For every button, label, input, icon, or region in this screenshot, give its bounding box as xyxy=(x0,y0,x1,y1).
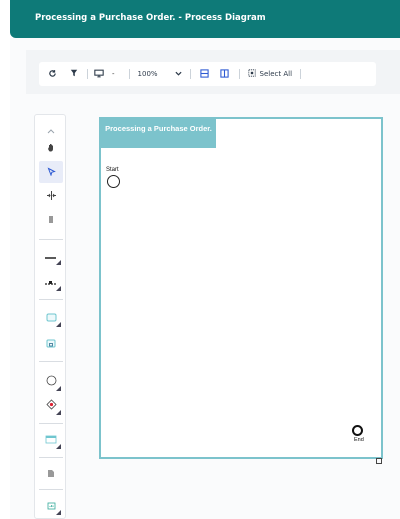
palette-divider xyxy=(39,299,63,300)
data-store-icon xyxy=(47,497,56,515)
monitor-icon xyxy=(94,69,104,80)
select-all-icon xyxy=(247,69,256,79)
gateway-diamond-icon xyxy=(45,397,57,415)
refresh-button[interactable] xyxy=(39,62,65,86)
document-icon xyxy=(47,465,55,483)
fit-horizontal-button[interactable] xyxy=(195,62,215,86)
split-vertical-icon xyxy=(48,211,54,229)
start-event[interactable] xyxy=(107,175,120,188)
event-tool[interactable] xyxy=(39,371,63,393)
expand-corner-icon xyxy=(56,510,61,515)
horizontal-space-tool[interactable] xyxy=(39,185,63,207)
subprocess-tool[interactable] xyxy=(39,333,63,355)
toolbar-divider xyxy=(300,69,302,79)
hand-pan-icon xyxy=(47,139,55,157)
fit-vertical-button[interactable] xyxy=(215,62,235,86)
palette-divider xyxy=(39,423,63,424)
task-tool[interactable] xyxy=(39,307,63,329)
app-header: Processing a Purchase Order. - Process D… xyxy=(10,0,400,38)
chevron-down-icon xyxy=(174,70,182,78)
start-event-label: Start xyxy=(106,167,119,173)
end-event[interactable] xyxy=(352,425,363,436)
expand-corner-icon xyxy=(56,410,61,415)
data-store-tool[interactable] xyxy=(39,495,63,517)
task-rectangle-icon xyxy=(46,309,57,327)
select-all-label: Select All xyxy=(259,70,293,78)
toolbar: - 100% Select All xyxy=(39,62,376,86)
pointer-select-icon xyxy=(47,163,56,181)
split-vertical-icon xyxy=(220,68,229,80)
sequence-flow-tool[interactable] xyxy=(39,245,63,267)
expand-corner-icon xyxy=(56,286,61,291)
end-event-label: End xyxy=(354,437,364,443)
expand-corner-icon xyxy=(56,260,61,265)
gateway-tool[interactable] xyxy=(39,395,63,417)
select-all-button[interactable]: Select All xyxy=(244,62,297,86)
expand-corner-icon xyxy=(56,322,61,327)
select-tool[interactable] xyxy=(39,161,63,183)
view-mode-button[interactable] xyxy=(92,62,106,86)
zoom-value: 100% xyxy=(137,70,158,78)
zoom-dropdown[interactable]: 100% xyxy=(134,62,186,86)
toolbar-divider xyxy=(128,69,130,79)
vertical-space-tool[interactable] xyxy=(39,209,63,231)
diagram-pool[interactable]: Processing a Purchase Order. Start End xyxy=(99,117,383,459)
split-horizontal-icon xyxy=(200,68,209,80)
message-flow-tool[interactable] xyxy=(39,271,63,293)
palette-divider xyxy=(39,489,63,490)
toolbar-divider xyxy=(87,69,88,79)
palette-divider xyxy=(39,457,63,458)
filter-button[interactable] xyxy=(65,62,83,86)
event-circle-icon xyxy=(46,373,57,391)
pool-title[interactable]: Processing a Purchase Order. xyxy=(101,119,216,148)
toolbar-divider xyxy=(189,69,191,79)
view-mode-value: - xyxy=(112,70,115,78)
resize-handle[interactable] xyxy=(376,458,382,464)
expand-corner-icon xyxy=(56,444,61,449)
pan-tool[interactable] xyxy=(39,137,63,159)
toolbar-divider xyxy=(238,69,240,79)
pool-tool[interactable] xyxy=(39,429,63,451)
expand-corner-icon xyxy=(56,386,61,391)
refresh-icon xyxy=(48,69,57,80)
filter-icon xyxy=(70,69,78,79)
palette-divider xyxy=(39,239,63,240)
subprocess-icon xyxy=(46,335,56,353)
palette-divider xyxy=(39,361,63,362)
data-object-tool[interactable] xyxy=(39,463,63,485)
page-title: Processing a Purchase Order. - Process D… xyxy=(35,13,266,23)
split-horizontal-icon xyxy=(46,187,57,205)
shape-palette xyxy=(34,114,66,519)
